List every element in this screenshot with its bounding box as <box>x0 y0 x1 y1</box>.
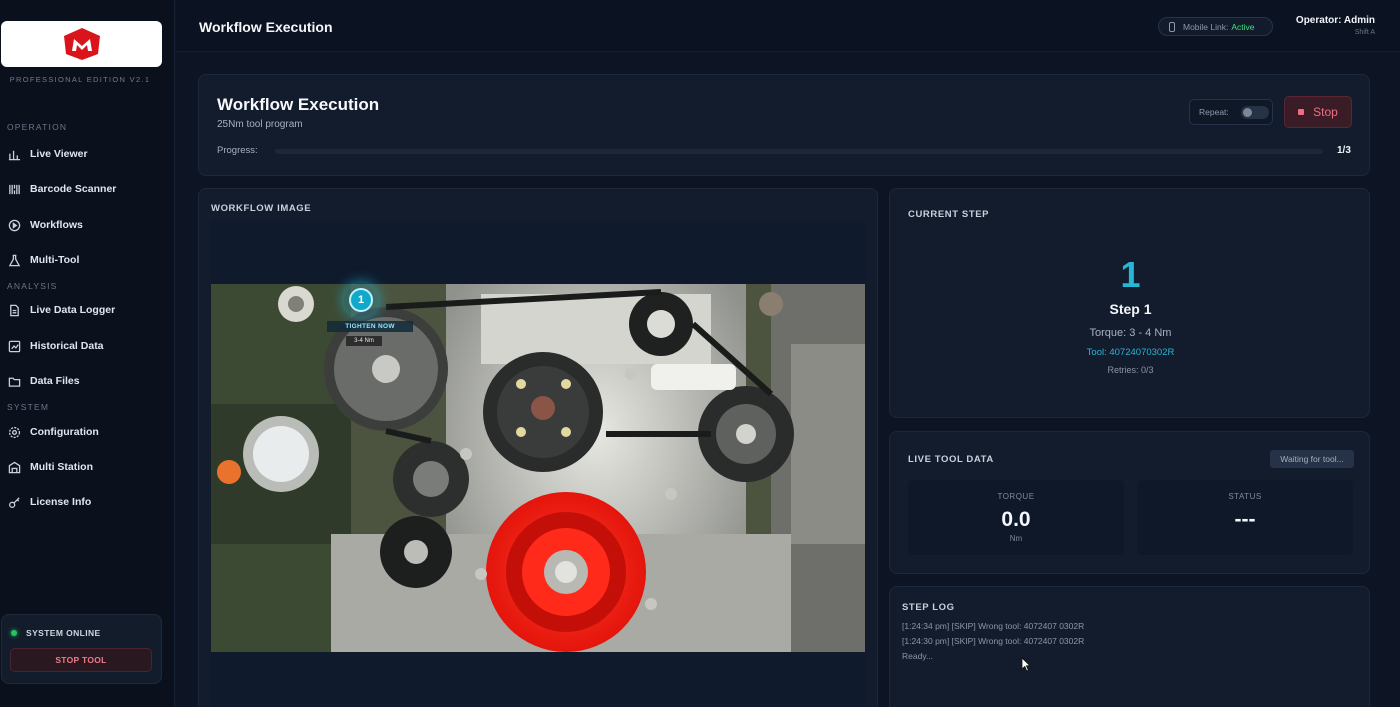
app-window: PROFESSIONAL EDITION V2.1 OPERATION Live… <box>0 0 1400 707</box>
mobile-link-label: Mobile Link: <box>1183 21 1229 32</box>
chart-box-icon <box>7 339 21 353</box>
sidebar-item-label: Barcode Scanner <box>30 183 117 195</box>
sidebar-item-label: License Info <box>30 496 92 508</box>
mobile-link-status: Active <box>1231 21 1255 32</box>
sidebar-item-data-files[interactable]: Data Files <box>7 370 167 392</box>
stop-button-label: Stop <box>1313 105 1338 119</box>
sidebar-item-live-data-logger[interactable]: Live Data Logger <box>7 299 167 321</box>
progress-count: 1/3 <box>1337 145 1351 156</box>
execution-subtitle: 25Nm tool program <box>217 119 303 130</box>
step-marker[interactable]: 1 TIGHTEN NOW 3-4 Nm <box>327 283 413 353</box>
station-icon <box>7 460 21 474</box>
waiting-badge: Waiting for tool... <box>1270 450 1354 468</box>
nav-section-operation: OPERATION <box>7 122 68 132</box>
current-step-name: Step 1 <box>1109 301 1152 317</box>
progress-label: Progress: <box>217 145 258 156</box>
current-step-tool: Tool: 40724070302R <box>1086 347 1175 358</box>
bar-chart-icon <box>7 147 21 161</box>
system-status-label: SYSTEM ONLINE <box>26 628 101 638</box>
status-metric: STATUS --- <box>1137 480 1353 555</box>
sidebar-item-barcode-scanner[interactable]: Barcode Scanner <box>7 178 167 200</box>
stop-square-icon <box>1298 109 1305 115</box>
barcode-icon <box>7 182 21 196</box>
sidebar-item-label: Multi-Tool <box>30 254 80 266</box>
execution-panel: Workflow Execution 25Nm tool program Rep… <box>198 74 1370 176</box>
flask-icon <box>7 253 21 267</box>
progress-bar <box>275 149 1323 154</box>
torque-metric-value: 0.0 <box>1001 508 1031 531</box>
torque-metric: TORQUE 0.0 Nm <box>908 480 1124 555</box>
operator-shift: Shift A <box>1354 29 1375 36</box>
log-line: Ready... <box>902 651 934 661</box>
current-step-torque: Torque: 3 - 4 Nm <box>1089 327 1172 339</box>
operator-name: Operator: Admin <box>1295 15 1375 26</box>
sidebar-item-label: Configuration <box>30 426 99 438</box>
step-log-panel: STEP LOG [1:24:34 pm] [SKIP] Wrong tool:… <box>889 586 1370 707</box>
play-circle-icon <box>7 218 21 232</box>
sidebar: PROFESSIONAL EDITION V2.1 OPERATION Live… <box>0 0 175 707</box>
sidebar-item-label: Live Data Logger <box>30 304 116 316</box>
brand-logo <box>1 21 162 67</box>
system-status-card: SYSTEM ONLINE STOP TOOL <box>1 614 162 684</box>
mobile-link-badge[interactable]: Mobile Link: Active <box>1158 17 1273 36</box>
marker-action: TIGHTEN NOW <box>327 321 413 332</box>
top-header: Workflow Execution Mobile Link: Active O… <box>176 0 1400 52</box>
nav-section-system: SYSTEM <box>7 402 50 412</box>
status-metric-label: STATUS <box>1228 492 1262 501</box>
folder-icon <box>7 374 21 388</box>
marker-number: 1 <box>349 288 373 312</box>
marker-torque: 3-4 Nm <box>346 336 382 346</box>
repeat-label: Repeat: <box>1199 107 1229 117</box>
phone-icon <box>1169 21 1175 32</box>
system-status: SYSTEM ONLINE <box>11 628 101 638</box>
mouse-cursor-icon <box>1021 657 1031 672</box>
torque-metric-label: TORQUE <box>997 492 1035 501</box>
key-icon <box>7 495 21 509</box>
engine-image <box>211 284 865 652</box>
sidebar-item-live-viewer[interactable]: Live Viewer <box>7 143 167 165</box>
sidebar-item-label: Historical Data <box>30 340 104 352</box>
sidebar-item-workflows[interactable]: Workflows <box>7 214 167 236</box>
workflow-image-area: 1 TIGHTEN NOW 3-4 Nm <box>211 221 865 707</box>
live-tool-data-label: LIVE TOOL DATA <box>908 454 994 465</box>
sidebar-item-license-info[interactable]: License Info <box>7 491 167 513</box>
workflow-image-label: WORKFLOW IMAGE <box>211 203 312 214</box>
stop-button[interactable]: Stop <box>1284 96 1352 128</box>
repeat-control: Repeat: <box>1189 99 1273 125</box>
live-tool-data-panel: LIVE TOOL DATA Waiting for tool... TORQU… <box>889 431 1370 574</box>
sidebar-item-configuration[interactable]: Configuration <box>7 421 167 443</box>
current-step-retries: Retries: 0/3 <box>1107 365 1154 375</box>
sidebar-item-multi-station[interactable]: Multi Station <box>7 456 167 478</box>
sidebar-item-label: Workflows <box>30 219 83 231</box>
sidebar-item-label: Multi Station <box>30 461 93 473</box>
execution-title: Workflow Execution <box>217 95 380 114</box>
nav-section-analysis: ANALYSIS <box>7 281 58 291</box>
current-step-panel: CURRENT STEP 1 Step 1 Torque: 3 - 4 Nm T… <box>889 188 1370 418</box>
current-step-label: CURRENT STEP <box>908 209 990 220</box>
online-dot-icon <box>11 630 17 636</box>
sidebar-item-historical-data[interactable]: Historical Data <box>7 335 167 357</box>
sidebar-item-multi-tool[interactable]: Multi-Tool <box>7 249 167 271</box>
log-line: [1:24:34 pm] [SKIP] Wrong tool: 4072407 … <box>902 621 1085 631</box>
torque-metric-unit: Nm <box>1009 534 1023 543</box>
edition-label: PROFESSIONAL EDITION V2.1 <box>9 75 151 84</box>
page-title: Workflow Execution <box>199 19 333 35</box>
status-metric-value: --- <box>1234 508 1256 531</box>
step-log-label: STEP LOG <box>902 602 955 613</box>
sidebar-item-label: Live Viewer <box>30 148 88 160</box>
gear-icon <box>7 425 21 439</box>
stop-tool-button[interactable]: STOP TOOL <box>10 648 152 672</box>
workflow-image-panel: WORKFLOW IMAGE 1 TIGHTEN NOW 3-4 Nm <box>198 188 878 707</box>
operator-info: Operator: Admin Shift A <box>1291 15 1375 36</box>
document-icon <box>7 303 21 317</box>
repeat-toggle[interactable] <box>1240 105 1269 119</box>
brand-logo-icon <box>63 28 100 60</box>
sidebar-item-label: Data Files <box>30 375 80 387</box>
log-line: [1:24:30 pm] [SKIP] Wrong tool: 4072407 … <box>902 636 1085 646</box>
current-step-number: 1 <box>1120 254 1141 295</box>
